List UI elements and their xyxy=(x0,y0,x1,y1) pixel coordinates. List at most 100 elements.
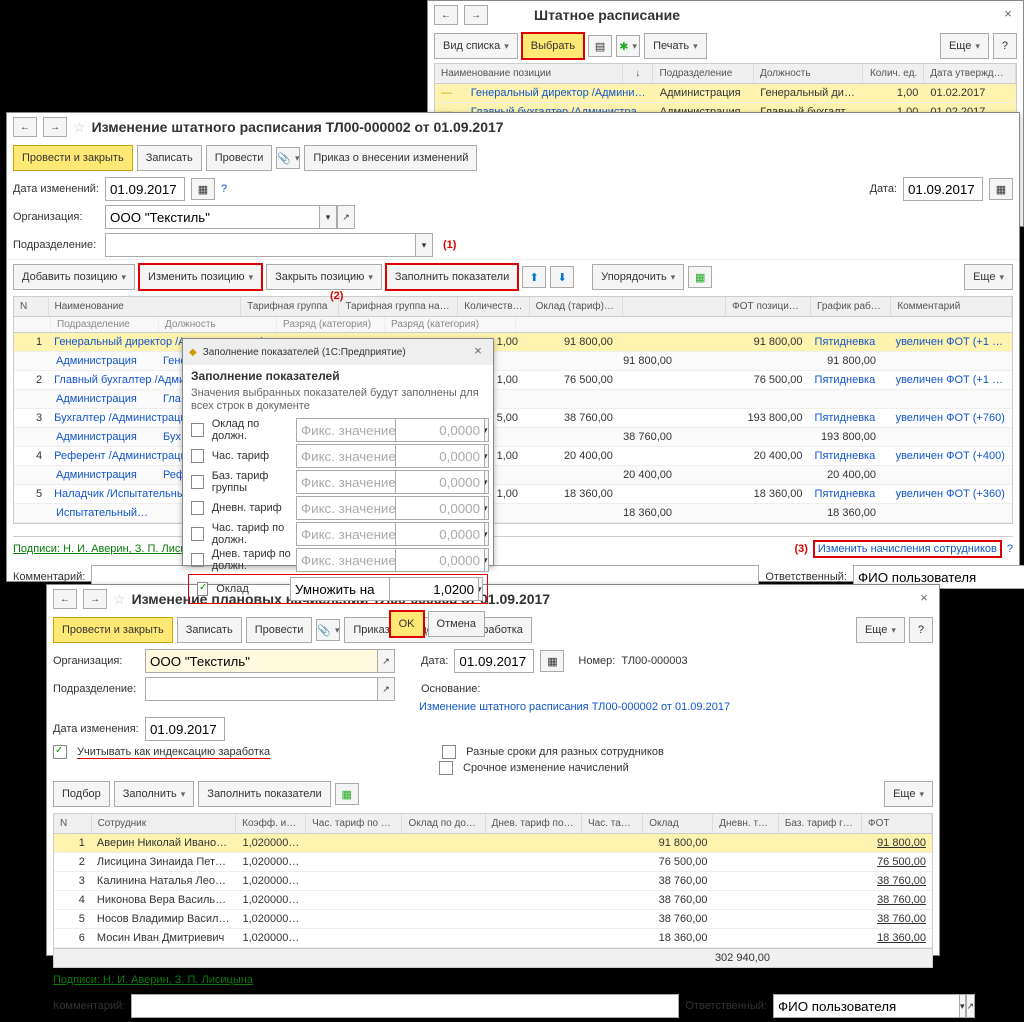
col-comment[interactable]: Комментарий xyxy=(891,297,1012,316)
move-up-icon[interactable]: ⬆ xyxy=(522,266,546,288)
salary-checkbox[interactable] xyxy=(197,582,208,596)
back-button[interactable]: ← xyxy=(434,5,458,25)
value-input[interactable] xyxy=(389,577,479,601)
list-view-button[interactable]: Вид списка xyxy=(434,33,518,59)
urgent-checkbox[interactable] xyxy=(439,761,453,775)
table-row[interactable]: 2 Главный бухгалтер /Администрация/ 1,00… xyxy=(14,371,1012,390)
indicator-checkbox[interactable] xyxy=(191,475,204,489)
select-button[interactable]: Выбрать xyxy=(522,33,584,59)
open-icon[interactable]: ↗ xyxy=(377,677,395,701)
col-date[interactable]: Дата утверждения xyxy=(924,64,1016,83)
close-icon[interactable]: × xyxy=(469,343,487,361)
hierarchy-icon[interactable]: ▤ xyxy=(588,35,612,57)
forward-button[interactable]: → xyxy=(464,5,488,25)
attach-menu[interactable]: 📎 xyxy=(276,147,300,169)
comment-input[interactable] xyxy=(131,994,679,1018)
favorite-icon[interactable]: ☆ xyxy=(113,591,126,608)
settings-icon[interactable]: ▦ xyxy=(688,266,712,288)
col-tariff-add[interactable]: Тарифная группа надбавки xyxy=(339,297,458,316)
date-change-input[interactable] xyxy=(145,717,225,741)
change-accrual-link[interactable]: Изменить начисления сотрудников xyxy=(814,541,1001,557)
table-row[interactable]: 6 Мосин Иван Дмитриевич 1,02000000 18 36… xyxy=(54,929,932,948)
col-salary[interactable]: Оклад (тариф), мин./макс. xyxy=(530,297,624,316)
indicator-checkbox[interactable] xyxy=(191,553,204,567)
calendar-icon[interactable]: ▦ xyxy=(191,178,215,200)
open-icon[interactable]: ↗ xyxy=(337,205,355,229)
dropdown-icon[interactable]: ▾ xyxy=(415,233,433,257)
col-qty[interactable]: Количество ставок xyxy=(458,297,529,316)
table-row[interactable]: 5 Носов Владимир Васильевич 1,02000000 3… xyxy=(54,910,932,929)
signatures-link[interactable]: Подписи: Н. И. Аверин, З. П. Лисицына xyxy=(53,974,253,986)
help-button[interactable]: ? xyxy=(909,617,933,643)
calendar-icon[interactable]: ▦ xyxy=(989,178,1013,200)
move-down-icon[interactable]: ⬇ xyxy=(550,266,574,288)
order-button[interactable]: Приказ о внесении изменений xyxy=(304,145,477,171)
pick-button[interactable]: Подбор xyxy=(53,781,110,807)
calendar-icon[interactable]: ▦ xyxy=(540,650,564,672)
table-row[interactable]: 3 Бухгалтер /Администрация/ 5,00 38 760,… xyxy=(14,409,1012,428)
back-button[interactable]: ← xyxy=(53,589,77,609)
write-button[interactable]: Записать xyxy=(137,145,202,171)
index-checkbox[interactable] xyxy=(53,745,67,759)
date-change-input[interactable] xyxy=(105,177,185,201)
settings-icon[interactable]: ▦ xyxy=(335,783,359,805)
post-close-button[interactable]: Провести и закрыть xyxy=(53,617,173,643)
col-sched[interactable]: График работы xyxy=(811,297,891,316)
create-menu[interactable]: ✱ xyxy=(616,35,640,57)
back-button[interactable]: ← xyxy=(13,117,37,137)
more-button[interactable]: Еще xyxy=(884,781,933,807)
table-row[interactable]: 4 Референт /Администрация/ 1,00 20 400,0… xyxy=(14,447,1012,466)
close-position-button[interactable]: Закрыть позицию xyxy=(266,264,382,290)
date-input[interactable] xyxy=(454,649,534,673)
indicator-checkbox[interactable] xyxy=(191,527,204,541)
fill-indicators-button[interactable]: Заполнить показатели xyxy=(198,781,330,807)
col-name[interactable]: Наименование позиции xyxy=(435,64,623,83)
table-row[interactable]: 5 Наладчик /Испытательный цех 1,00 18 36… xyxy=(14,485,1012,504)
table-row[interactable]: 3 Калинина Наталья Леонидовна 1,02000000… xyxy=(54,872,932,891)
open-icon[interactable]: ↗ xyxy=(377,649,395,673)
favorite-icon[interactable]: ☆ xyxy=(73,119,86,136)
post-button[interactable]: Провести xyxy=(206,145,273,171)
indicator-checkbox[interactable] xyxy=(191,423,204,437)
col-pos[interactable]: Должность xyxy=(754,64,863,83)
more-button[interactable]: Еще xyxy=(964,264,1013,290)
more-button[interactable]: Еще xyxy=(940,33,989,59)
col-tariff[interactable]: Тарифная группа xyxy=(241,297,339,316)
table-row[interactable]: 1 Аверин Николай Иванович 1,02000000 91 … xyxy=(54,834,932,853)
fill-button[interactable]: Заполнить xyxy=(114,781,195,807)
date-input[interactable] xyxy=(903,177,983,201)
indicator-checkbox[interactable] xyxy=(191,449,204,463)
post-close-button[interactable]: Провести и закрыть xyxy=(13,145,133,171)
close-icon[interactable]: × xyxy=(999,6,1017,24)
org-input[interactable] xyxy=(105,205,319,229)
basis-link[interactable]: Изменение штатного расписания ТЛ00-00000… xyxy=(419,701,730,713)
more-button[interactable]: Еще xyxy=(856,617,905,643)
fill-indicators-button[interactable]: Заполнить показатели xyxy=(386,264,518,290)
indicator-checkbox[interactable] xyxy=(191,501,204,515)
add-position-button[interactable]: Добавить позицию xyxy=(13,264,135,290)
table-row[interactable]: 4 Никонова Вера Васильевна 1,02000000 38… xyxy=(54,891,932,910)
help-link[interactable]: ? xyxy=(221,183,227,195)
col-qty[interactable]: Колич. ед. xyxy=(863,64,924,83)
col-n[interactable]: N xyxy=(14,297,49,316)
diff-terms-checkbox[interactable] xyxy=(442,745,456,759)
table-row[interactable]: — Генеральный директор /Администрация/ А… xyxy=(435,84,1016,103)
forward-button[interactable]: → xyxy=(83,589,107,609)
cancel-button[interactable]: Отмена xyxy=(428,611,485,637)
ok-button[interactable]: OK xyxy=(390,611,424,637)
unit-input[interactable] xyxy=(105,233,415,257)
help-link[interactable]: ? xyxy=(1007,543,1013,555)
col-name[interactable]: Наименование xyxy=(49,297,242,316)
arrange-button[interactable]: Упорядочить xyxy=(592,264,684,290)
dropdown-icon[interactable]: ▾ xyxy=(319,205,337,229)
unit-input[interactable] xyxy=(145,677,377,701)
sort-icon[interactable]: ↓ xyxy=(623,64,654,83)
table-row[interactable]: 2 Лисицина Зинаида Петровна 1,02000000 7… xyxy=(54,853,932,872)
close-icon[interactable]: × xyxy=(915,590,933,608)
edit-position-button[interactable]: Изменить позицию xyxy=(139,264,262,290)
print-button[interactable]: Печать xyxy=(644,33,707,59)
col-fot[interactable]: ФОТ позиции (мин./макс.) xyxy=(726,297,811,316)
org-input[interactable] xyxy=(145,649,377,673)
help-button[interactable]: ? xyxy=(993,33,1017,59)
col-unit[interactable]: Подразделение xyxy=(653,64,753,83)
